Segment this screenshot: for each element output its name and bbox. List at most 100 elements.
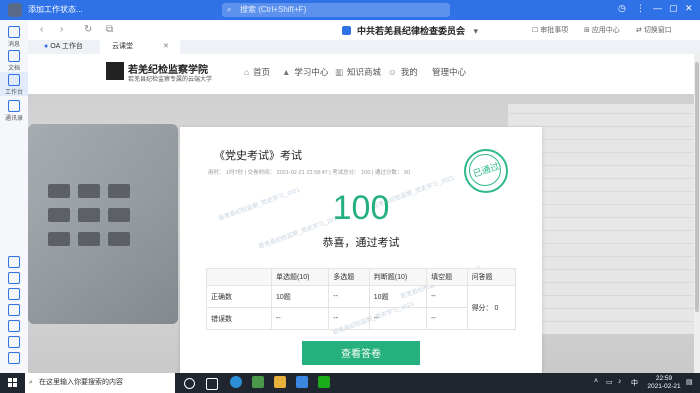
clock-date: 2021-02-21 — [647, 383, 681, 390]
calendar-icon[interactable] — [0, 256, 28, 268]
sidebar-item-label: 文档 — [7, 66, 20, 72]
web-content: 若羌纪检监察学院 若羌县纪检监察专属的云端大学 ⌂ 首页 ▲ 学习中心 ▥ 知识商城 … — [28, 54, 694, 373]
work-status[interactable]: 添加工作状态... — [28, 4, 83, 15]
chevron-up-icon[interactable]: ˄ — [594, 378, 598, 385]
wechat-icon[interactable] — [318, 376, 330, 388]
cortana-icon[interactable] — [184, 378, 195, 389]
tab-oa-workbench[interactable]: ● OA 工作台 — [32, 40, 110, 54]
exam-score: 100 — [332, 189, 390, 227]
tab-label: OA 工作台 — [50, 43, 83, 50]
avatar[interactable] — [8, 3, 22, 17]
search-icon: ⌕ — [227, 5, 232, 14]
taskbar-search-placeholder: 在这里输入你要搜索的内容 — [39, 379, 123, 386]
pass-message: 恭喜，通过考试 — [322, 237, 400, 249]
table-cell: -- — [368, 307, 428, 330]
taskbar-search-input[interactable]: ⌕ 在这里输入你要搜索的内容 — [25, 373, 175, 393]
page-scrollbar[interactable] — [694, 54, 700, 373]
table-cell: -- — [270, 307, 330, 330]
task-icon[interactable] — [0, 272, 28, 284]
menu-admin[interactable]: 管理中心 — [432, 66, 466, 78]
column-header — [206, 268, 272, 286]
task-view-icon[interactable] — [206, 378, 218, 390]
user-icon: ☺ — [388, 67, 397, 77]
tag-icon[interactable] — [0, 352, 28, 364]
row-label: 错误数 — [206, 307, 272, 330]
minimize-icon[interactable]: — — [653, 3, 662, 13]
row-label: 正确数 — [206, 285, 272, 308]
close-tab-icon[interactable]: ✕ — [163, 43, 169, 50]
tab-cloud-classroom[interactable]: 云课堂 ✕ — [100, 40, 180, 54]
flash-icon[interactable] — [0, 288, 28, 300]
clock-time: 22:59 — [655, 375, 673, 382]
table-cell: -- — [426, 307, 468, 330]
org-switcher[interactable]: 中共若羌县纪律检查委员会 ▾ — [342, 24, 478, 37]
exam-result-card: 《党史考试》考试 用时： 1时7秒 | 交卷时间： 2021-02-21 22:… — [180, 127, 542, 373]
menu-label: 知识商城 — [347, 67, 382, 77]
sidebar-item-label: 工作台 — [4, 90, 23, 96]
taskbar-clock[interactable]: 22:59 2021-02-21 — [644, 375, 684, 391]
grid-icon — [8, 74, 20, 86]
column-header: 单选题(10) — [270, 268, 330, 286]
table-cell: -- — [426, 285, 468, 308]
menu-study-center[interactable]: ▲ 学习中心 — [282, 66, 328, 78]
site-logo — [106, 62, 124, 80]
scrollbar-thumb[interactable] — [695, 62, 699, 312]
app-center-button[interactable]: ⊞ 应用中心 — [584, 25, 620, 35]
app-sidebar: 消息 文档 工作台 通讯录 — [0, 20, 29, 373]
volume-icon[interactable]: ♪ — [618, 378, 622, 385]
more-icon[interactable]: ⋮ — [636, 3, 645, 14]
graduation-cap-icon: ▲ — [282, 67, 291, 77]
view-answers-button[interactable]: 查看答卷 — [302, 341, 420, 365]
pending-button[interactable]: ☐ 审批事项 — [532, 25, 568, 35]
windows-start-icon[interactable] — [8, 378, 18, 388]
exam-meta: 用时： 1时7秒 | 交卷时间： 2021-02-21 22:58:47 | 考… — [208, 170, 411, 176]
menu-knowledge-mall[interactable]: ▥ 知识商城 — [335, 66, 381, 78]
refresh-icon[interactable]: ↻ — [84, 24, 92, 35]
sidebar-item-workbench[interactable]: 工作台 — [0, 72, 28, 96]
edge-icon[interactable] — [230, 376, 242, 388]
tab-bar: ● OA 工作台 云课堂 ✕ — [28, 40, 700, 54]
store-icon[interactable] — [252, 376, 264, 388]
history-icon[interactable]: ◷ — [618, 3, 626, 14]
menu-mine[interactable]: ☺ 我的 — [388, 66, 418, 78]
menu-home[interactable]: ⌂ 首页 — [244, 66, 270, 78]
forward-icon[interactable]: › — [60, 24, 63, 35]
column-header: 问答题 — [466, 268, 517, 286]
pending-label: 审批事项 — [540, 27, 569, 34]
table-row: 正确数 10题 -- 10题 -- 得分： 0 — [206, 285, 517, 330]
column-header: 判断题(10) — [368, 268, 428, 286]
windows-taskbar: ⌕ 在这里输入你要搜索的内容 ˄ ▭ ♪ 中 22:59 2021-02-21 … — [0, 373, 700, 393]
sidebar-item-docs[interactable]: 文档 — [0, 50, 28, 72]
chevron-down-icon: ▾ — [473, 26, 479, 36]
sidebar-item-label: 通讯录 — [4, 116, 23, 122]
menu-label: 学习中心 — [294, 67, 329, 77]
maximize-icon[interactable]: ▢ — [669, 3, 678, 14]
chat-icon — [8, 26, 20, 38]
sidebar-item-label: 消息 — [7, 42, 20, 48]
exam-title: 《党史考试》考试 — [214, 150, 302, 162]
oa-icon: ● — [44, 43, 49, 50]
calculator-image — [28, 124, 178, 324]
sidebar-item-messages[interactable]: 消息 — [0, 26, 28, 48]
column-header: 填空题 — [426, 268, 468, 286]
table-cell: -- — [328, 307, 370, 330]
contacts-icon — [8, 100, 20, 112]
search-icon: ⌕ — [29, 379, 33, 386]
meeting-icon[interactable] — [0, 320, 28, 332]
site-header: 若羌纪检监察学院 若羌县纪检监察专属的云端大学 ⌂ 首页 ▲ 学习中心 ▥ 知识商城 … — [28, 54, 694, 94]
global-search-input[interactable]: ⌕ 搜索 (Ctrl+Shift+F) — [222, 3, 450, 17]
notification-icon[interactable]: ▤ — [686, 378, 693, 386]
close-icon[interactable]: ✕ — [685, 3, 693, 14]
mail-icon[interactable] — [0, 304, 28, 316]
dingtalk-icon[interactable] — [296, 376, 308, 388]
back-icon[interactable]: ‹ — [40, 24, 43, 35]
result-table: 单选题(10) 多选题 判断题(10) 填空题 问答题 正确数 10题 -- 1… — [206, 268, 517, 330]
popout-icon[interactable]: ⧉ — [106, 24, 113, 35]
column-header: 多选题 — [328, 268, 370, 286]
disk-icon[interactable] — [0, 336, 28, 348]
sidebar-item-contacts[interactable]: 通讯录 — [0, 100, 28, 122]
switch-window-button[interactable]: ⇄ 切换窗口 — [636, 25, 672, 35]
network-icon[interactable]: ▭ — [606, 378, 613, 386]
ime-indicator[interactable]: 中 — [631, 378, 638, 388]
file-explorer-icon[interactable] — [274, 376, 286, 388]
